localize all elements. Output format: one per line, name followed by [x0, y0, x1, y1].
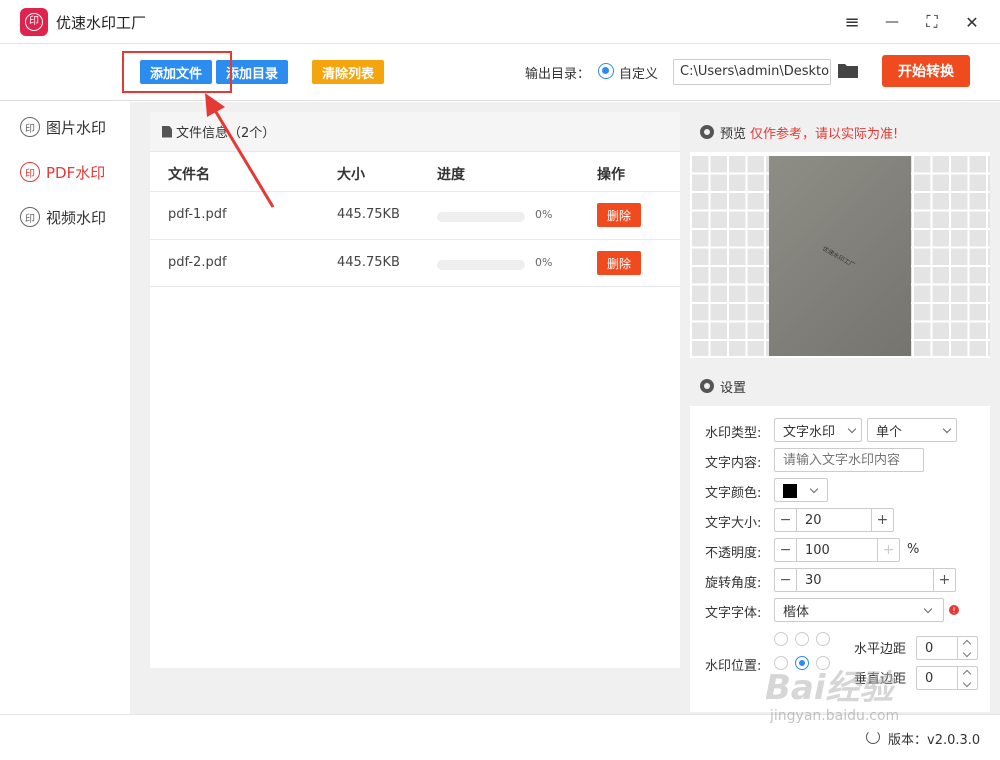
preview-warning: 仅作参考，请以实际为准!: [750, 126, 899, 142]
decrement-button[interactable]: −: [775, 509, 797, 531]
info-icon: !: [949, 605, 959, 615]
font-label: 文字字体:: [705, 606, 762, 621]
clear-list-button[interactable]: 清除列表: [312, 60, 384, 84]
app-title: 优速水印工厂: [56, 14, 147, 32]
vertical-margin-value: 0: [925, 671, 934, 686]
version-label: 版本：v2.0.3.0: [888, 733, 981, 748]
preview-header: 预览 仅作参考，请以实际为准!: [690, 112, 990, 152]
progress-percent: 0%: [535, 256, 553, 269]
settings-header: 设置: [690, 366, 990, 406]
column-header-progress: 进度: [437, 167, 465, 183]
sidebar-item-label: 视频水印: [46, 208, 107, 227]
app-logo-glyph: 印: [25, 13, 43, 31]
sidebar-item-label: 图片水印: [46, 118, 107, 137]
position-label: 水印位置:: [705, 659, 762, 674]
chevron-down-icon: [847, 424, 857, 434]
maximize-icon[interactable]: ⛶: [920, 10, 944, 34]
folder-icon[interactable]: [838, 62, 858, 78]
text-size-label: 文字大小:: [705, 516, 762, 531]
progress-percent: 0%: [535, 208, 553, 221]
preview-title: 预览: [720, 126, 747, 142]
text-content-input[interactable]: [774, 448, 924, 472]
opacity-unit: %: [907, 542, 920, 557]
watermark-mode-value: 单个: [876, 424, 903, 440]
settings-title: 设置: [720, 380, 747, 396]
position-radio-top-left[interactable]: [774, 632, 788, 646]
font-select[interactable]: 楷体: [774, 598, 944, 622]
column-header-action: 操作: [597, 167, 625, 183]
baidu-watermark: Bai经验: [765, 668, 894, 708]
rotation-label: 旋转角度:: [705, 576, 762, 591]
increment-button[interactable]: +: [871, 509, 893, 531]
vertical-margin-spinner[interactable]: 0: [916, 666, 978, 690]
menu-icon[interactable]: ≡: [840, 10, 864, 34]
watermark-mode-select[interactable]: 单个: [867, 418, 957, 442]
table-row: pdf-2.pdf 445.75KB 0% 删除: [150, 239, 680, 287]
decrement-button[interactable]: −: [775, 569, 797, 591]
watermark-icon: 印: [20, 162, 40, 182]
watermark-icon: 印: [20, 117, 40, 137]
position-radio-top-right[interactable]: [816, 632, 830, 646]
watermark-type-value: 文字水印: [783, 424, 836, 440]
close-icon[interactable]: ✕: [960, 10, 984, 34]
horizontal-margin-value: 0: [925, 641, 934, 656]
chevron-down-icon: [923, 604, 933, 614]
preview-document: 优速水印工厂: [769, 156, 911, 356]
document-icon: [162, 125, 172, 138]
text-content-label: 文字内容:: [705, 456, 762, 471]
rotation-stepper[interactable]: − 30 +: [774, 568, 956, 592]
delete-button[interactable]: 删除: [597, 203, 641, 227]
font-value: 楷体: [783, 604, 810, 620]
rotation-value: 30: [805, 573, 822, 588]
opacity-stepper[interactable]: − 100 +: [774, 538, 900, 562]
increment-button[interactable]: +: [933, 569, 955, 591]
title-bar: 印 优速水印工厂 ≡ — ⛶ ✕: [0, 0, 1000, 44]
opacity-value: 100: [805, 543, 830, 558]
sidebar-item-label: PDF水印: [46, 163, 106, 182]
watermark-type-select[interactable]: 文字水印: [774, 418, 862, 442]
text-size-stepper[interactable]: − 20 +: [774, 508, 894, 532]
minimize-icon[interactable]: —: [880, 10, 904, 34]
opacity-label: 不透明度:: [705, 546, 762, 561]
refresh-icon[interactable]: [866, 730, 880, 744]
horizontal-margin-spinner[interactable]: 0: [916, 636, 978, 660]
sidebar-item-image-watermark[interactable]: 印 图片水印: [20, 115, 106, 139]
sidebar-item-pdf-watermark[interactable]: 印 PDF水印: [20, 160, 105, 184]
output-path-input[interactable]: C:\Users\admin\Deskto: [673, 59, 831, 85]
sidebar: [0, 102, 130, 714]
sidebar-item-video-watermark[interactable]: 印 视频水印: [20, 205, 106, 229]
progress-bar: [437, 260, 525, 270]
spinner-arrows[interactable]: [957, 667, 977, 689]
progress-bar: [437, 212, 525, 222]
text-size-value: 20: [805, 513, 822, 528]
annotation-arrow: [205, 93, 275, 208]
gear-icon: [700, 379, 714, 393]
preview-panel: 预览 仅作参考，请以实际为准! 优速水印工厂: [690, 112, 990, 358]
output-dir-label: 输出目录：: [525, 67, 591, 82]
app-logo: 印: [20, 8, 48, 36]
decrement-button[interactable]: −: [775, 539, 797, 561]
custom-output-radio[interactable]: [598, 63, 614, 79]
custom-output-label: 自定义: [619, 67, 659, 82]
position-radio-top-center[interactable]: [795, 632, 809, 646]
chevron-down-icon: [809, 484, 819, 494]
file-size: 445.75KB: [337, 255, 400, 270]
file-size: 445.75KB: [337, 207, 400, 222]
text-color-label: 文字颜色:: [705, 486, 762, 501]
increment-button[interactable]: +: [877, 539, 899, 561]
column-header-size: 大小: [337, 167, 365, 183]
spinner-arrows[interactable]: [957, 637, 977, 659]
horizontal-margin-label: 水平边距: [854, 642, 907, 657]
watermark-type-label: 水印类型:: [705, 426, 762, 441]
watermark-icon: 印: [20, 207, 40, 227]
preview-watermark-text: 优速水印工厂: [821, 245, 856, 270]
file-name: pdf-2.pdf: [168, 255, 227, 270]
color-swatch: [783, 484, 797, 498]
start-convert-button[interactable]: 开始转换: [882, 55, 970, 87]
text-color-picker[interactable]: [774, 478, 828, 502]
chevron-down-icon: [942, 424, 952, 434]
delete-button[interactable]: 删除: [597, 251, 641, 275]
gear-icon: [700, 125, 714, 139]
baidu-watermark-url: jingyan.baidu.com: [770, 708, 900, 724]
